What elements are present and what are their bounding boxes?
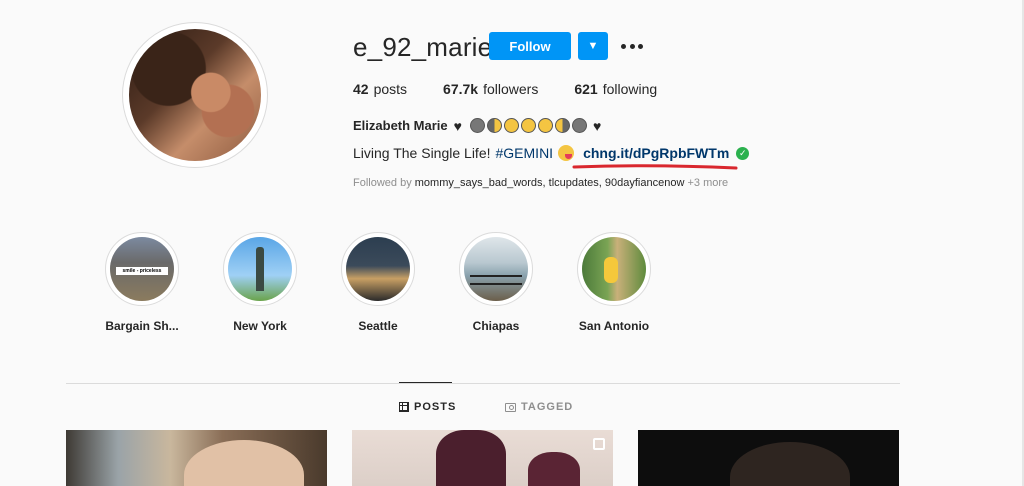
bio-external-link[interactable]: chng.it/dPgRpbFWTm [583, 145, 729, 161]
tab-posts-label: POSTS [414, 401, 457, 413]
tongue-face-emoji-icon [558, 145, 575, 161]
followers-label: followers [483, 81, 539, 97]
highlight-ring [341, 232, 415, 306]
followed-by-more: +3 more [687, 177, 729, 189]
moon-phase-icon [503, 118, 519, 133]
profile-avatar[interactable] [122, 22, 268, 168]
highlight-label: Chiapas [472, 319, 520, 333]
tab-tagged[interactable]: TAGGED [505, 401, 573, 413]
following-label: following [602, 81, 658, 97]
post-thumbnail[interactable] [66, 430, 327, 486]
highlight-ring: smile - priceless [105, 232, 179, 306]
post-thumbnail[interactable] [638, 430, 899, 486]
highlight-ring [223, 232, 297, 306]
highlight-label: San Antonio [578, 319, 650, 333]
followed-by-names: mommy_says_bad_words, tlcupdates, 90dayf… [414, 177, 685, 189]
posts-label: posts [373, 81, 408, 97]
multi-post-icon [593, 438, 605, 450]
highlight-label: Bargain Sh... [105, 319, 179, 333]
bio-hashtag-link[interactable]: #GEMINI [496, 145, 554, 161]
highlight-cover-image [228, 237, 292, 301]
grid-icon [399, 402, 409, 412]
tab-tagged-label: TAGGED [521, 401, 574, 413]
story-highlight[interactable]: smile - priceless Bargain Sh... [105, 232, 179, 333]
red-underline-annotation [572, 164, 738, 170]
profile-username: e_92_marie [353, 32, 493, 62]
story-highlight[interactable]: San Antonio [577, 232, 651, 333]
highlight-cover-image: smile - priceless [110, 237, 174, 301]
black-heart-icon: ♥ [592, 117, 602, 134]
highlight-label: New York [233, 319, 287, 333]
followed-by-prefix: Followed by [353, 177, 412, 189]
suggested-accounts-button[interactable]: ▼ [578, 32, 608, 60]
profile-bio: Living The Single Life! #GEMINI chng.it/… [353, 145, 750, 161]
moon-phase-icon [520, 118, 536, 133]
post-thumbnail[interactable] [352, 430, 613, 486]
followers-stat[interactable]: 67.7k followers [443, 81, 538, 97]
moon-phase-emoji-row [469, 118, 587, 133]
moon-phase-icon [537, 118, 553, 133]
followers-count: 67.7k [443, 81, 479, 97]
story-highlight[interactable]: Seattle [341, 232, 415, 333]
tagged-icon [505, 402, 516, 412]
highlight-cover-image [346, 237, 410, 301]
profile-stats: 42 posts 67.7k followers 621 following [353, 81, 693, 97]
profile-full-name-row: Elizabeth Marie ♥ ♥ [353, 118, 601, 133]
following-stat[interactable]: 621 following [574, 81, 657, 97]
follow-button[interactable]: Follow [489, 32, 571, 60]
posts-stat: 42 posts [353, 81, 407, 97]
story-highlight[interactable]: New York [223, 232, 297, 333]
moon-phase-icon [469, 118, 485, 133]
moon-phase-icon [486, 118, 502, 133]
verified-check-icon: ✓ [736, 146, 750, 160]
chevron-down-icon: ▼ [587, 40, 599, 52]
moon-phase-icon [554, 118, 570, 133]
highlight-label: Seattle [358, 319, 398, 333]
more-options-icon[interactable] [621, 37, 643, 55]
posts-count: 42 [353, 81, 369, 97]
avatar-image [129, 29, 261, 161]
tab-posts[interactable]: POSTS [399, 401, 456, 413]
highlight-sticker-text: smile - priceless [116, 267, 168, 275]
highlight-cover-image [582, 237, 646, 301]
following-count: 621 [574, 81, 598, 97]
highlight-ring [577, 232, 651, 306]
tabs-divider [66, 383, 900, 384]
highlight-cover-image [464, 237, 528, 301]
active-tab-indicator [399, 382, 452, 383]
followed-by-line[interactable]: Followed by mommy_says_bad_words, tlcupd… [353, 177, 728, 189]
black-heart-icon: ♥ [453, 117, 462, 134]
profile-full-name: Elizabeth Marie [353, 118, 448, 133]
bio-text: Living The Single Life! [353, 145, 491, 161]
story-highlight[interactable]: Chiapas [459, 232, 533, 333]
highlight-ring [459, 232, 533, 306]
moon-phase-icon [571, 118, 587, 133]
